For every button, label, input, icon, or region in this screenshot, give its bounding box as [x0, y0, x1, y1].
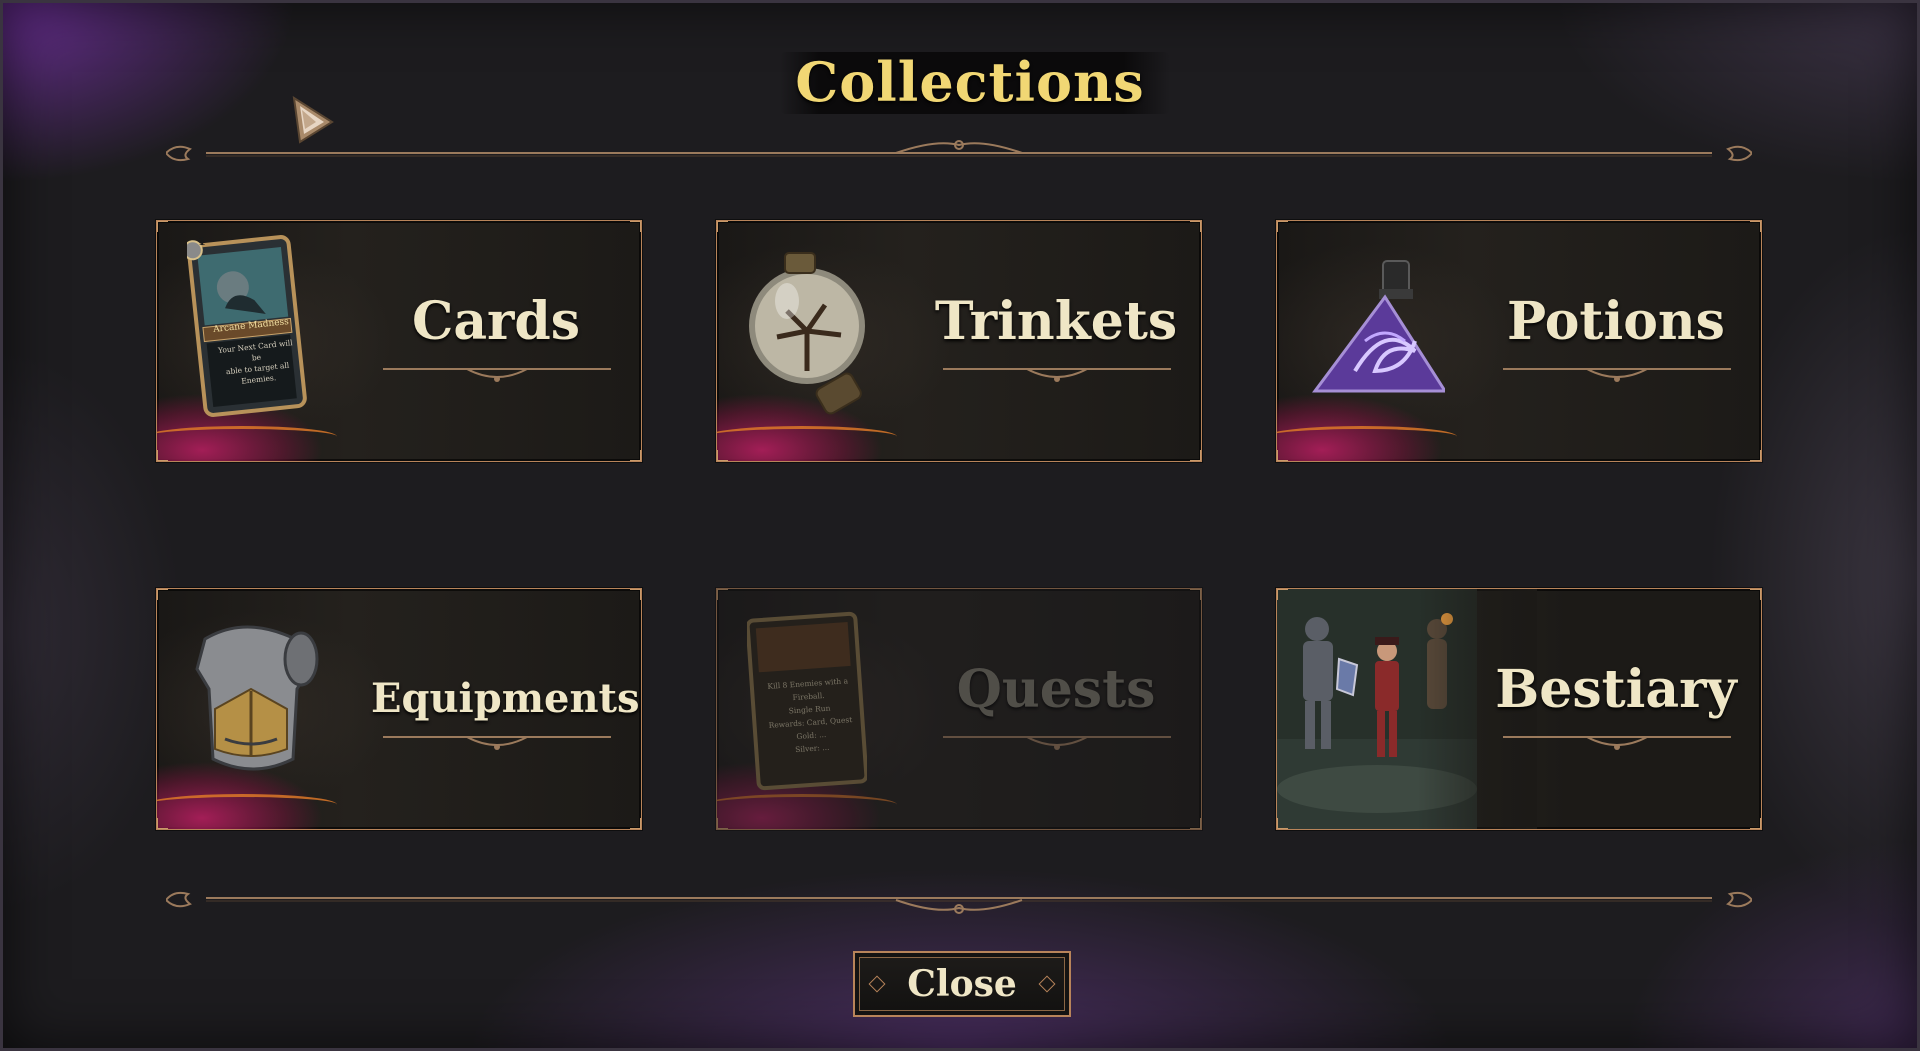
tile-underline: [943, 368, 1171, 382]
card-cost: 1: [198, 235, 206, 248]
corner-ornament: [630, 221, 641, 232]
bottom-divider: [166, 891, 1752, 914]
tile-label-trinkets: Trinkets: [934, 291, 1178, 352]
page-title: Collections: [795, 50, 1145, 114]
corner-ornament: [157, 221, 168, 232]
corner-ornament: [717, 589, 728, 600]
corner-ornament: [1277, 589, 1288, 600]
corner-ornament: [1750, 221, 1761, 232]
corner-ornament: [1750, 589, 1761, 600]
velvet-trim: [717, 794, 897, 815]
tile-underline: [943, 736, 1171, 750]
collection-tile-trinkets[interactable]: Trinkets: [716, 220, 1202, 462]
corner-ornament: [1750, 450, 1761, 461]
collection-tile-potions[interactable]: Potions: [1276, 220, 1762, 462]
corner-ornament: [1277, 450, 1288, 461]
tile-underline: [383, 736, 611, 750]
tile-underline: [1503, 736, 1731, 750]
tile-underline: [1503, 368, 1731, 382]
card-text: Your Next Card will be able to target al…: [213, 337, 301, 390]
corner-ornament: [1190, 589, 1201, 600]
corner-ornament: [717, 221, 728, 232]
diamond-ornament-icon: [1038, 975, 1056, 993]
top-divider: [166, 140, 1752, 162]
diamond-ornament-icon: [868, 975, 886, 993]
tile-label-cards: Cards: [411, 291, 581, 352]
title-banner: Collections: [770, 42, 1170, 122]
corner-ornament: [1277, 221, 1288, 232]
tile-label-equipments: Equipments: [371, 675, 640, 722]
close-button-label: Close: [907, 963, 1017, 1005]
corner-ornament: [1750, 818, 1761, 829]
collection-tile-bestiary[interactable]: Bestiary: [1276, 588, 1762, 830]
collection-tile-quests: Kill 8 Enemies with a Fireball. Single R…: [716, 588, 1202, 830]
tile-label-bestiary: Bestiary: [1495, 659, 1737, 720]
tile-label-potions: Potions: [1507, 291, 1725, 352]
corner-ornament: [630, 589, 641, 600]
tile-underline: [383, 368, 611, 382]
corner-ornament: [1190, 450, 1201, 461]
corner-ornament: [157, 818, 168, 829]
close-button[interactable]: Close: [853, 951, 1071, 1017]
tile-label-quests: Quests: [956, 659, 1156, 720]
potion-bottle-icon: [1312, 260, 1445, 393]
armor-chestplate-icon: [195, 625, 319, 771]
velvet-trim: [157, 426, 337, 447]
corner-ornament: [1190, 818, 1201, 829]
quest-text: Kill 8 Enemies with a Fireball. Single R…: [762, 674, 857, 758]
corner-ornament: [157, 589, 168, 600]
corner-ornament: [157, 450, 168, 461]
corner-ornament: [630, 818, 641, 829]
corner-ornament: [717, 818, 728, 829]
corner-ornament: [1277, 818, 1288, 829]
orb-trinket-icon: [749, 252, 865, 415]
corner-ornament: [630, 450, 641, 461]
corner-ornament: [717, 450, 728, 461]
collection-tile-cards[interactable]: 1 Arcane Madness Your Next Card will be …: [156, 220, 642, 462]
corner-ornament: [1190, 221, 1201, 232]
collection-tile-equipments[interactable]: Equipments: [156, 588, 642, 830]
